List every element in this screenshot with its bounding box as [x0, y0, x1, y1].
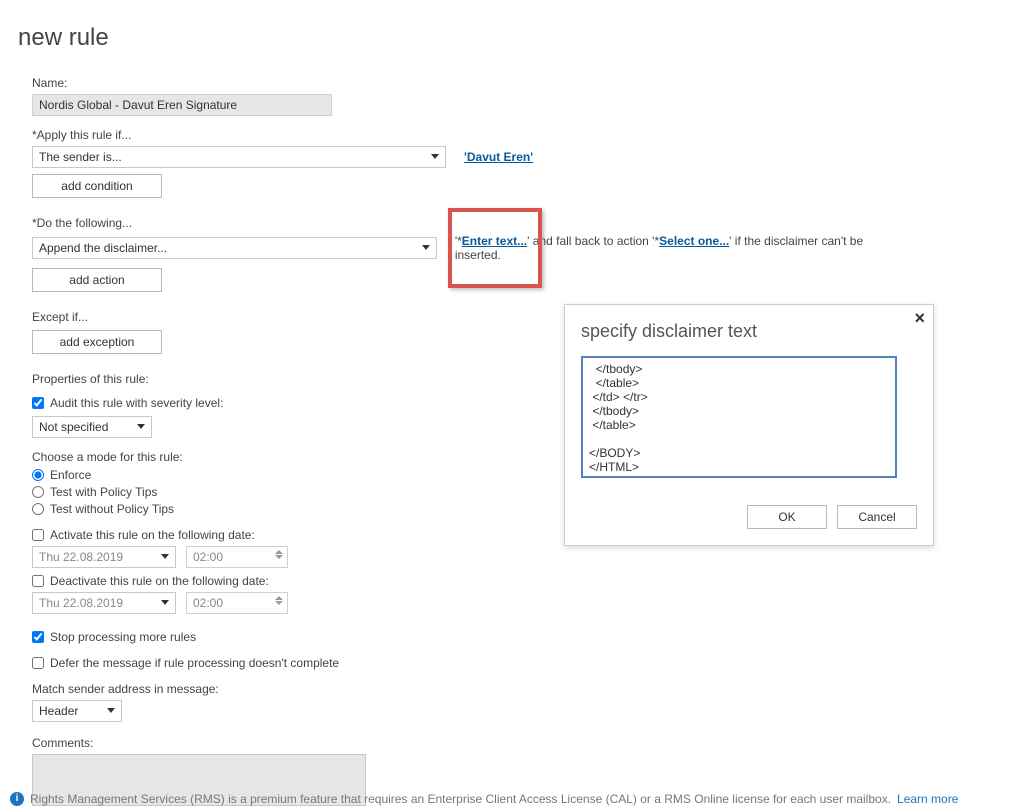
stop-processing-checkbox[interactable] — [32, 631, 44, 643]
info-icon: i — [10, 792, 24, 806]
mode-enforce-radio[interactable] — [32, 469, 44, 481]
chevron-down-icon — [107, 708, 115, 713]
do-following-label: *Do the following... — [32, 216, 902, 230]
deactivate-label: Deactivate this rule on the following da… — [50, 574, 269, 588]
activate-date-select[interactable]: Thu 22.08.2019 — [32, 546, 176, 568]
dialog-close-button[interactable]: × — [914, 311, 925, 325]
spinner-up-icon[interactable] — [275, 596, 283, 600]
rule-name-input[interactable]: Nordis Global - Davut Eren Signature — [32, 94, 332, 116]
add-condition-button[interactable]: add condition — [32, 174, 162, 198]
apply-rule-select[interactable]: The sender is... — [32, 146, 446, 168]
activate-time-input[interactable]: 02:00 — [186, 546, 288, 568]
spinner-down-icon[interactable] — [275, 555, 283, 559]
mode-enforce-label: Enforce — [50, 468, 91, 482]
activate-date-value: Thu 22.08.2019 — [39, 550, 123, 564]
activate-time-value: 02:00 — [193, 550, 223, 564]
activate-label: Activate this rule on the following date… — [50, 528, 255, 542]
deactivate-checkbox-row[interactable]: Deactivate this rule on the following da… — [32, 574, 902, 588]
chevron-down-icon — [161, 600, 169, 605]
spinner-down-icon[interactable] — [275, 601, 283, 605]
defer-checkbox[interactable] — [32, 657, 44, 669]
comments-label: Comments: — [32, 736, 902, 750]
severity-select[interactable]: Not specified — [32, 416, 152, 438]
stop-processing-label: Stop processing more rules — [50, 630, 196, 644]
apply-rule-select-value: The sender is... — [39, 150, 122, 164]
learn-more-link[interactable]: Learn more — [897, 792, 958, 806]
dialog-cancel-button[interactable]: Cancel — [837, 505, 917, 529]
defer-label: Defer the message if rule processing doe… — [50, 656, 339, 670]
chevron-down-icon — [431, 154, 439, 159]
match-sender-value: Header — [39, 704, 78, 718]
severity-select-value: Not specified — [39, 420, 108, 434]
chevron-down-icon — [137, 424, 145, 429]
select-one-link[interactable]: Select one... — [659, 234, 729, 248]
enter-text-link[interactable]: Enter text... — [462, 234, 527, 248]
do-following-select[interactable]: Append the disclaimer... — [32, 237, 437, 259]
defer-row[interactable]: Defer the message if rule processing doe… — [32, 656, 902, 670]
match-sender-select[interactable]: Header — [32, 700, 122, 722]
deactivate-date-select[interactable]: Thu 22.08.2019 — [32, 592, 176, 614]
deactivate-time-value: 02:00 — [193, 596, 223, 610]
apply-rule-label: *Apply this rule if... — [32, 128, 902, 142]
footer-info-bar: i Rights Management Services (RMS) is a … — [10, 792, 1014, 806]
mode-policytips-label: Test with Policy Tips — [50, 485, 157, 499]
stop-processing-row[interactable]: Stop processing more rules — [32, 630, 902, 644]
mode-noop-label: Test without Policy Tips — [50, 502, 174, 516]
page-title: new rule — [18, 24, 1006, 52]
dialog-ok-button[interactable]: OK — [747, 505, 827, 529]
audit-checkbox[interactable] — [32, 397, 44, 409]
add-exception-button[interactable]: add exception — [32, 330, 162, 354]
sender-value: 'Davut Eren' — [464, 150, 533, 164]
footer-info-text: Rights Management Services (RMS) is a pr… — [30, 792, 891, 806]
audit-label: Audit this rule with severity level: — [50, 396, 223, 410]
chevron-down-icon — [422, 245, 430, 250]
deactivate-time-input[interactable]: 02:00 — [186, 592, 288, 614]
name-label: Name: — [32, 76, 902, 90]
mode-noop-radio[interactable] — [32, 503, 44, 515]
sender-link[interactable]: 'Davut Eren' — [464, 150, 533, 164]
mode-policytips-radio[interactable] — [32, 486, 44, 498]
disclaimer-dialog: × specify disclaimer text OK Cancel — [564, 304, 934, 546]
dialog-title: specify disclaimer text — [581, 321, 917, 342]
spinner-up-icon[interactable] — [275, 550, 283, 554]
add-action-button[interactable]: add action — [32, 268, 162, 292]
deactivate-date-value: Thu 22.08.2019 — [39, 596, 123, 610]
activate-checkbox[interactable] — [32, 529, 44, 541]
do-following-select-value: Append the disclaimer... — [39, 241, 167, 255]
disclaimer-textarea[interactable] — [581, 356, 897, 478]
action-detail-text: '*Enter text...' and fall back to action… — [455, 234, 902, 262]
chevron-down-icon — [161, 554, 169, 559]
deactivate-checkbox[interactable] — [32, 575, 44, 587]
match-sender-label: Match sender address in message: — [32, 682, 902, 696]
